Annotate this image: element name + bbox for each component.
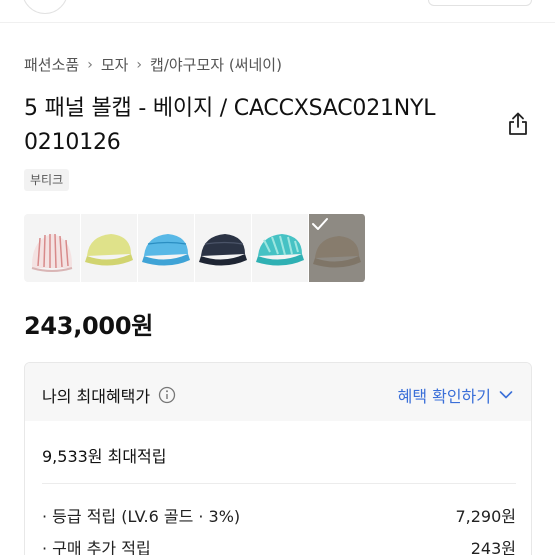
breadcrumb: 패션소품 › 모자 › 캡/야구모자 (써네이) bbox=[24, 54, 282, 75]
cap-thumbnail bbox=[142, 234, 190, 266]
cap-thumbnail bbox=[31, 233, 73, 272]
benefit-row-label: · 구매 추가 적립 bbox=[42, 539, 151, 555]
chevron-right-icon: › bbox=[136, 56, 143, 73]
benefit-panel: 나의 최대혜택가 혜택 확인하기 9,533원 최대적립 · 등급 적립 (LV… bbox=[24, 362, 532, 555]
product-price: 243,000원 bbox=[24, 312, 153, 340]
cap-thumbnail bbox=[85, 234, 133, 266]
swatch-turquoise[interactable] bbox=[252, 214, 309, 282]
breadcrumb-item-hat[interactable]: 모자 bbox=[101, 54, 129, 75]
benefit-row-label: · 등급 적립 (LV.6 골드 · 3%) bbox=[42, 507, 241, 526]
product-title: 5 패널 볼캡 - 베이지 / CACCXSAC021NYL 0210126 bbox=[24, 96, 436, 155]
swatch-sky[interactable] bbox=[138, 214, 195, 282]
benefit-row-value: 7,290원 bbox=[455, 507, 516, 526]
divider bbox=[42, 483, 516, 484]
benefit-check-label: 혜택 확인하기 bbox=[397, 387, 491, 406]
benefit-title: 나의 최대혜택가 bbox=[42, 383, 176, 407]
chevron-right-icon: › bbox=[87, 56, 93, 73]
benefit-row-purchase: · 구매 추가 적립 243원 bbox=[42, 535, 516, 555]
color-swatches bbox=[24, 214, 366, 282]
share-button[interactable] bbox=[504, 110, 532, 138]
benefit-header: 나의 최대혜택가 혜택 확인하기 bbox=[25, 363, 531, 421]
top-bar bbox=[0, 0, 555, 14]
divider bbox=[0, 22, 555, 23]
benefit-title-text: 나의 최대혜택가 bbox=[42, 387, 151, 406]
cap-thumbnail bbox=[256, 234, 304, 266]
swatch-striped[interactable] bbox=[24, 214, 81, 282]
benefit-check-button[interactable]: 혜택 확인하기 bbox=[398, 383, 513, 407]
boutique-tag: 부티크 bbox=[24, 169, 70, 191]
chevron-down-icon bbox=[499, 391, 513, 399]
max-points: 9,533원 최대적립 bbox=[42, 447, 167, 466]
swatch-beige-selected[interactable] bbox=[309, 214, 366, 282]
benefit-row-value: 243원 bbox=[470, 539, 516, 555]
swatch-lime[interactable] bbox=[81, 214, 138, 282]
top-avatar-button[interactable] bbox=[22, 0, 68, 14]
swatch-navy[interactable] bbox=[195, 214, 252, 282]
share-icon bbox=[509, 112, 527, 135]
top-action-button[interactable] bbox=[428, 0, 532, 6]
checkmark-icon bbox=[312, 218, 328, 230]
breadcrumb-item-cap[interactable]: 캡/야구모자 (써네이) bbox=[150, 54, 282, 75]
info-icon[interactable] bbox=[158, 386, 176, 404]
breadcrumb-item-fashion[interactable]: 패션소품 bbox=[24, 54, 79, 75]
cap-thumbnail bbox=[199, 234, 247, 266]
benefit-row-grade: · 등급 적립 (LV.6 골드 · 3%) 7,290원 bbox=[42, 503, 516, 527]
